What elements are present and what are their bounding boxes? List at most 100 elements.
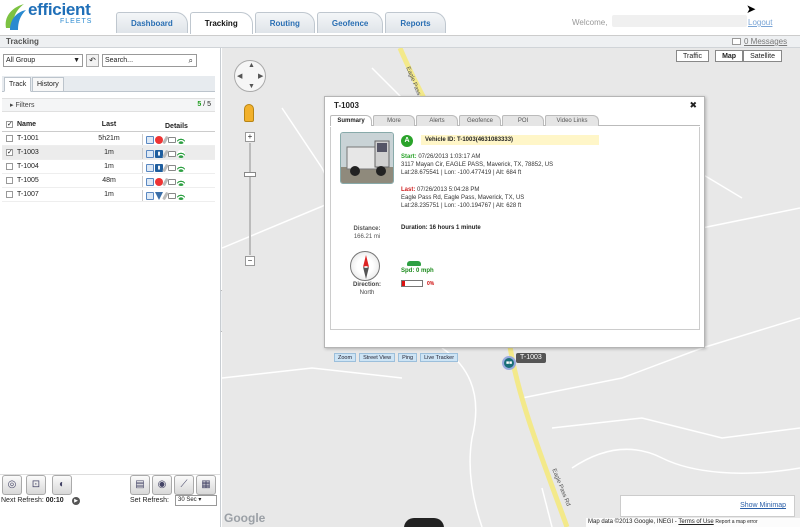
search-icon[interactable]: ⌕ — [189, 55, 193, 66]
signal-icon[interactable] — [177, 163, 185, 172]
pan-up-icon[interactable]: ▲ — [248, 62, 255, 69]
terms-link[interactable]: Terms of Use — [678, 519, 713, 525]
doc-icon[interactable] — [146, 135, 154, 144]
tab-dashboard[interactable]: Dashboard — [116, 12, 188, 33]
info-tab-geofence[interactable]: Geofence — [459, 115, 501, 126]
mail-icon[interactable] — [168, 192, 176, 199]
panel-subtabs: Track History — [2, 76, 215, 92]
zoom-action-button[interactable]: Zoom — [334, 353, 357, 362]
traffic-button[interactable]: Traffic — [676, 50, 710, 62]
tab-tracking[interactable]: Tracking — [189, 12, 253, 34]
mail-icon[interactable] — [168, 164, 176, 171]
table-row[interactable]: T-1004 1m ▮ — [2, 160, 215, 174]
doc-icon[interactable] — [146, 177, 154, 186]
pan-left-icon[interactable]: ◀ — [237, 72, 242, 80]
vehicle-checkbox[interactable] — [6, 191, 13, 198]
column-last[interactable]: Last — [98, 121, 120, 128]
info-tab-video-links[interactable]: Video Links — [545, 115, 599, 126]
mail-icon[interactable] — [168, 150, 176, 157]
select-all-checkbox[interactable]: ✓ — [6, 121, 13, 128]
signal-icon[interactable] — [177, 191, 185, 200]
trip-duration: Duration: 16 hours 1 minute — [401, 225, 481, 231]
report-error-link[interactable]: Report a map error — [715, 519, 757, 525]
tab-routing[interactable]: Routing — [254, 12, 315, 33]
export-button[interactable]: ▦ — [196, 475, 216, 495]
vehicle-table: ✓ Name Last Details T-1001 5h21m ✓ T-1003 1m… — [2, 118, 215, 202]
search-input[interactable]: Search... ⌕ — [102, 54, 197, 67]
table-row[interactable]: ✓ T-1003 1m ▮ — [2, 146, 215, 160]
layers-button[interactable]: ◐ — [52, 475, 72, 495]
reset-filter-button[interactable]: ↶ — [86, 54, 99, 67]
vehicle-name[interactable]: T-1003 — [17, 149, 39, 156]
vehicle-checkbox[interactable] — [6, 135, 13, 142]
ping-action-button[interactable]: Ping — [398, 353, 418, 362]
doc-icon[interactable] — [146, 163, 154, 172]
subtab-history[interactable]: History — [32, 77, 64, 92]
doc-icon[interactable] — [146, 149, 154, 158]
vehicle-name[interactable]: T-1005 — [17, 177, 39, 184]
table-row[interactable]: T-1007 1m — [2, 188, 215, 202]
vehicle-checkbox[interactable] — [6, 163, 13, 170]
street-view-action-button[interactable]: Street View — [359, 353, 396, 362]
signal-icon[interactable] — [177, 135, 185, 144]
mail-icon[interactable] — [168, 136, 176, 143]
zoom-out-button[interactable]: − — [245, 256, 255, 266]
page-subheader: Tracking 0 Messages — [0, 36, 800, 48]
info-title: T-1003 — [334, 101, 359, 110]
google-logo[interactable]: Google — [224, 511, 265, 525]
show-minimap-link[interactable]: Show Minimap — [740, 502, 786, 509]
pan-right-icon[interactable]: ▶ — [258, 72, 263, 80]
vehicle-name[interactable]: T-1004 — [17, 163, 39, 170]
info-tab-summary[interactable]: Summary — [330, 115, 372, 126]
mail-icon[interactable] — [168, 178, 176, 185]
tab-geofence[interactable]: Geofence — [316, 12, 384, 33]
satellite-button[interactable]: Satellite — [743, 50, 782, 62]
map-canvas[interactable]: Eagle Pass Rd Eagle Pass Rd ▲ ▼ ◀ ▶ + − … — [222, 48, 800, 527]
street-view-pegman-icon[interactable] — [244, 104, 254, 122]
signal-icon[interactable] — [177, 177, 185, 186]
logout-link[interactable]: Logout — [748, 18, 772, 27]
zoom-slider-thumb[interactable] — [244, 172, 256, 177]
globe-button[interactable]: ◉ — [152, 475, 172, 495]
subtab-track[interactable]: Track — [4, 77, 32, 92]
ruler-button[interactable]: ⟋ — [174, 475, 194, 495]
trip-start-block: Start: 07/26/2013 1:03:17 AM 3117 Mayan … — [401, 153, 553, 177]
efficient-fleets-logo[interactable]: efficient FLEETS — [2, 0, 112, 34]
pan-control[interactable]: ▲ ▼ ◀ ▶ — [234, 60, 266, 92]
distance-value: 166.21 mi — [353, 234, 381, 240]
doc-icon[interactable] — [146, 191, 154, 200]
map-button[interactable]: Map — [715, 50, 744, 62]
next-refresh-text: Next Refresh: 00:10 — [1, 497, 64, 504]
group-select[interactable]: All Group ▼ — [3, 54, 83, 67]
info-tab-more[interactable]: More — [373, 115, 415, 126]
radar-button[interactable]: ◎ — [2, 475, 22, 495]
column-name[interactable]: Name — [17, 121, 36, 128]
filters-bar[interactable]: ▸ Filters 5 / 5 — [2, 98, 215, 112]
zoom-select-button[interactable]: ⊡ — [26, 475, 46, 495]
vehicle-checkbox[interactable]: ✓ — [6, 149, 13, 156]
vehicle-name[interactable]: T-1001 — [17, 135, 39, 142]
vehicle-photo[interactable] — [340, 132, 394, 184]
fuel-gauge — [401, 280, 423, 287]
info-tab-alerts[interactable]: Alerts — [416, 115, 458, 126]
panel-toolbar: ◎ ⊡ ◐ ▤ ◉ ⟋ ▦ Next Refresh: 00:10 ▶ Set … — [0, 474, 220, 527]
table-row[interactable]: T-1005 48m — [2, 174, 215, 188]
play-icon[interactable]: ▶ — [72, 497, 80, 505]
signal-icon[interactable] — [177, 149, 185, 158]
live-tracker-action-button[interactable]: Live Tracker — [420, 353, 459, 362]
vehicle-marker-icon[interactable]: ■■ — [502, 356, 516, 370]
messages-link[interactable]: 0 Messages — [744, 37, 787, 46]
vehicle-marker-label[interactable]: T-1003 — [516, 353, 546, 363]
zoom-slider-track[interactable] — [249, 143, 251, 255]
vehicle-name[interactable]: T-1007 — [17, 191, 39, 198]
tab-reports[interactable]: Reports — [385, 12, 446, 33]
logo-subtitle: FLEETS — [60, 18, 93, 25]
refresh-interval-select[interactable]: 30 Sec ▾ — [175, 495, 217, 506]
vehicle-checkbox[interactable] — [6, 177, 13, 184]
print-button[interactable]: ▤ — [130, 475, 150, 495]
close-icon[interactable]: ✖ — [689, 100, 697, 111]
zoom-in-button[interactable]: + — [245, 132, 255, 142]
info-tab-poi[interactable]: POI — [502, 115, 544, 126]
table-row[interactable]: T-1001 5h21m — [2, 132, 215, 146]
pan-down-icon[interactable]: ▼ — [248, 83, 255, 90]
